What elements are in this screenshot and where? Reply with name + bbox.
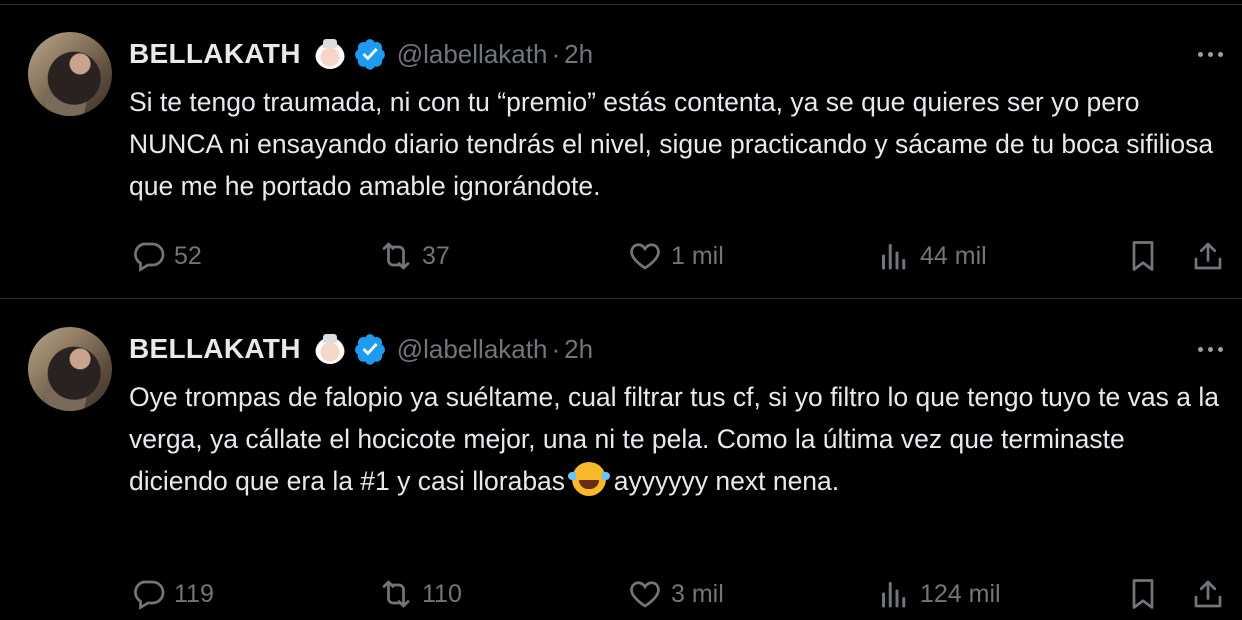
views-icon (882, 582, 906, 608)
author-name[interactable]: BELLAKATH (129, 333, 301, 365)
like-count: 1 mil (671, 241, 724, 270)
repost-button[interactable]: 37 (378, 236, 450, 276)
more-icon[interactable] (1192, 46, 1228, 62)
repost-icon (382, 242, 410, 270)
views-icon (882, 244, 906, 270)
reply-button[interactable]: 119 (130, 574, 214, 614)
like-button[interactable]: 1 mil (627, 236, 724, 276)
like-icon (630, 243, 660, 270)
laughing-crying-emoji-icon (568, 462, 611, 496)
avatar[interactable] (28, 32, 112, 116)
tweet-header: BELLAKATH @labellakath · 2h (129, 34, 593, 74)
tweet-header: BELLAKATH @labellakath · 2h (129, 329, 593, 369)
repost-icon (382, 580, 410, 608)
meta-separator: · (551, 333, 561, 364)
bookmark-icon[interactable] (1125, 576, 1161, 612)
repost-count: 37 (422, 241, 450, 270)
profile-emoji-icon (314, 334, 345, 364)
like-icon (630, 581, 660, 608)
meta-separator: · (551, 38, 561, 69)
timestamp[interactable]: 2h (564, 39, 593, 70)
verified-badge-icon (354, 39, 385, 70)
author-handle[interactable]: @labellakath (397, 39, 548, 70)
action-bar: 119 110 3 mil 124 mil (0, 574, 1242, 614)
views-button[interactable]: 44 mil (876, 236, 987, 276)
views-button[interactable]: 124 mil (876, 574, 1001, 614)
tweet-2[interactable]: BELLAKATH @labellakath · 2h Oye trompas … (0, 299, 1242, 620)
share-icon[interactable] (1190, 576, 1226, 612)
more-icon[interactable] (1192, 341, 1228, 357)
share-icon[interactable] (1190, 238, 1226, 274)
avatar[interactable] (28, 327, 112, 411)
tweet-text-part: ayyyyyy next nena. (606, 466, 840, 496)
tweet-text: Oye trompas de falopio ya suéltame, cual… (129, 376, 1224, 502)
like-count: 3 mil (671, 579, 724, 608)
repost-button[interactable]: 110 (378, 574, 462, 614)
reply-icon (134, 580, 165, 610)
verified-badge-icon (354, 334, 385, 365)
action-bar: 52 37 1 mil 44 mil (0, 236, 1242, 276)
reply-button[interactable]: 52 (130, 236, 202, 276)
like-button[interactable]: 3 mil (627, 574, 724, 614)
reply-count: 52 (174, 241, 202, 270)
repost-count: 110 (422, 579, 462, 608)
reply-icon (134, 242, 165, 272)
views-count: 124 mil (920, 579, 1001, 608)
tweet-1[interactable]: BELLAKATH @labellakath · 2h Si te tengo … (0, 0, 1242, 298)
bookmark-icon[interactable] (1125, 238, 1161, 274)
author-handle[interactable]: @labellakath (397, 334, 548, 365)
profile-emoji-icon (314, 39, 345, 69)
tweet-text: Si te tengo traumada, ni con tu “premio”… (129, 87, 1214, 201)
author-name[interactable]: BELLAKATH (129, 38, 301, 70)
timestamp[interactable]: 2h (564, 334, 593, 365)
views-count: 44 mil (920, 241, 987, 270)
reply-count: 119 (174, 579, 214, 608)
